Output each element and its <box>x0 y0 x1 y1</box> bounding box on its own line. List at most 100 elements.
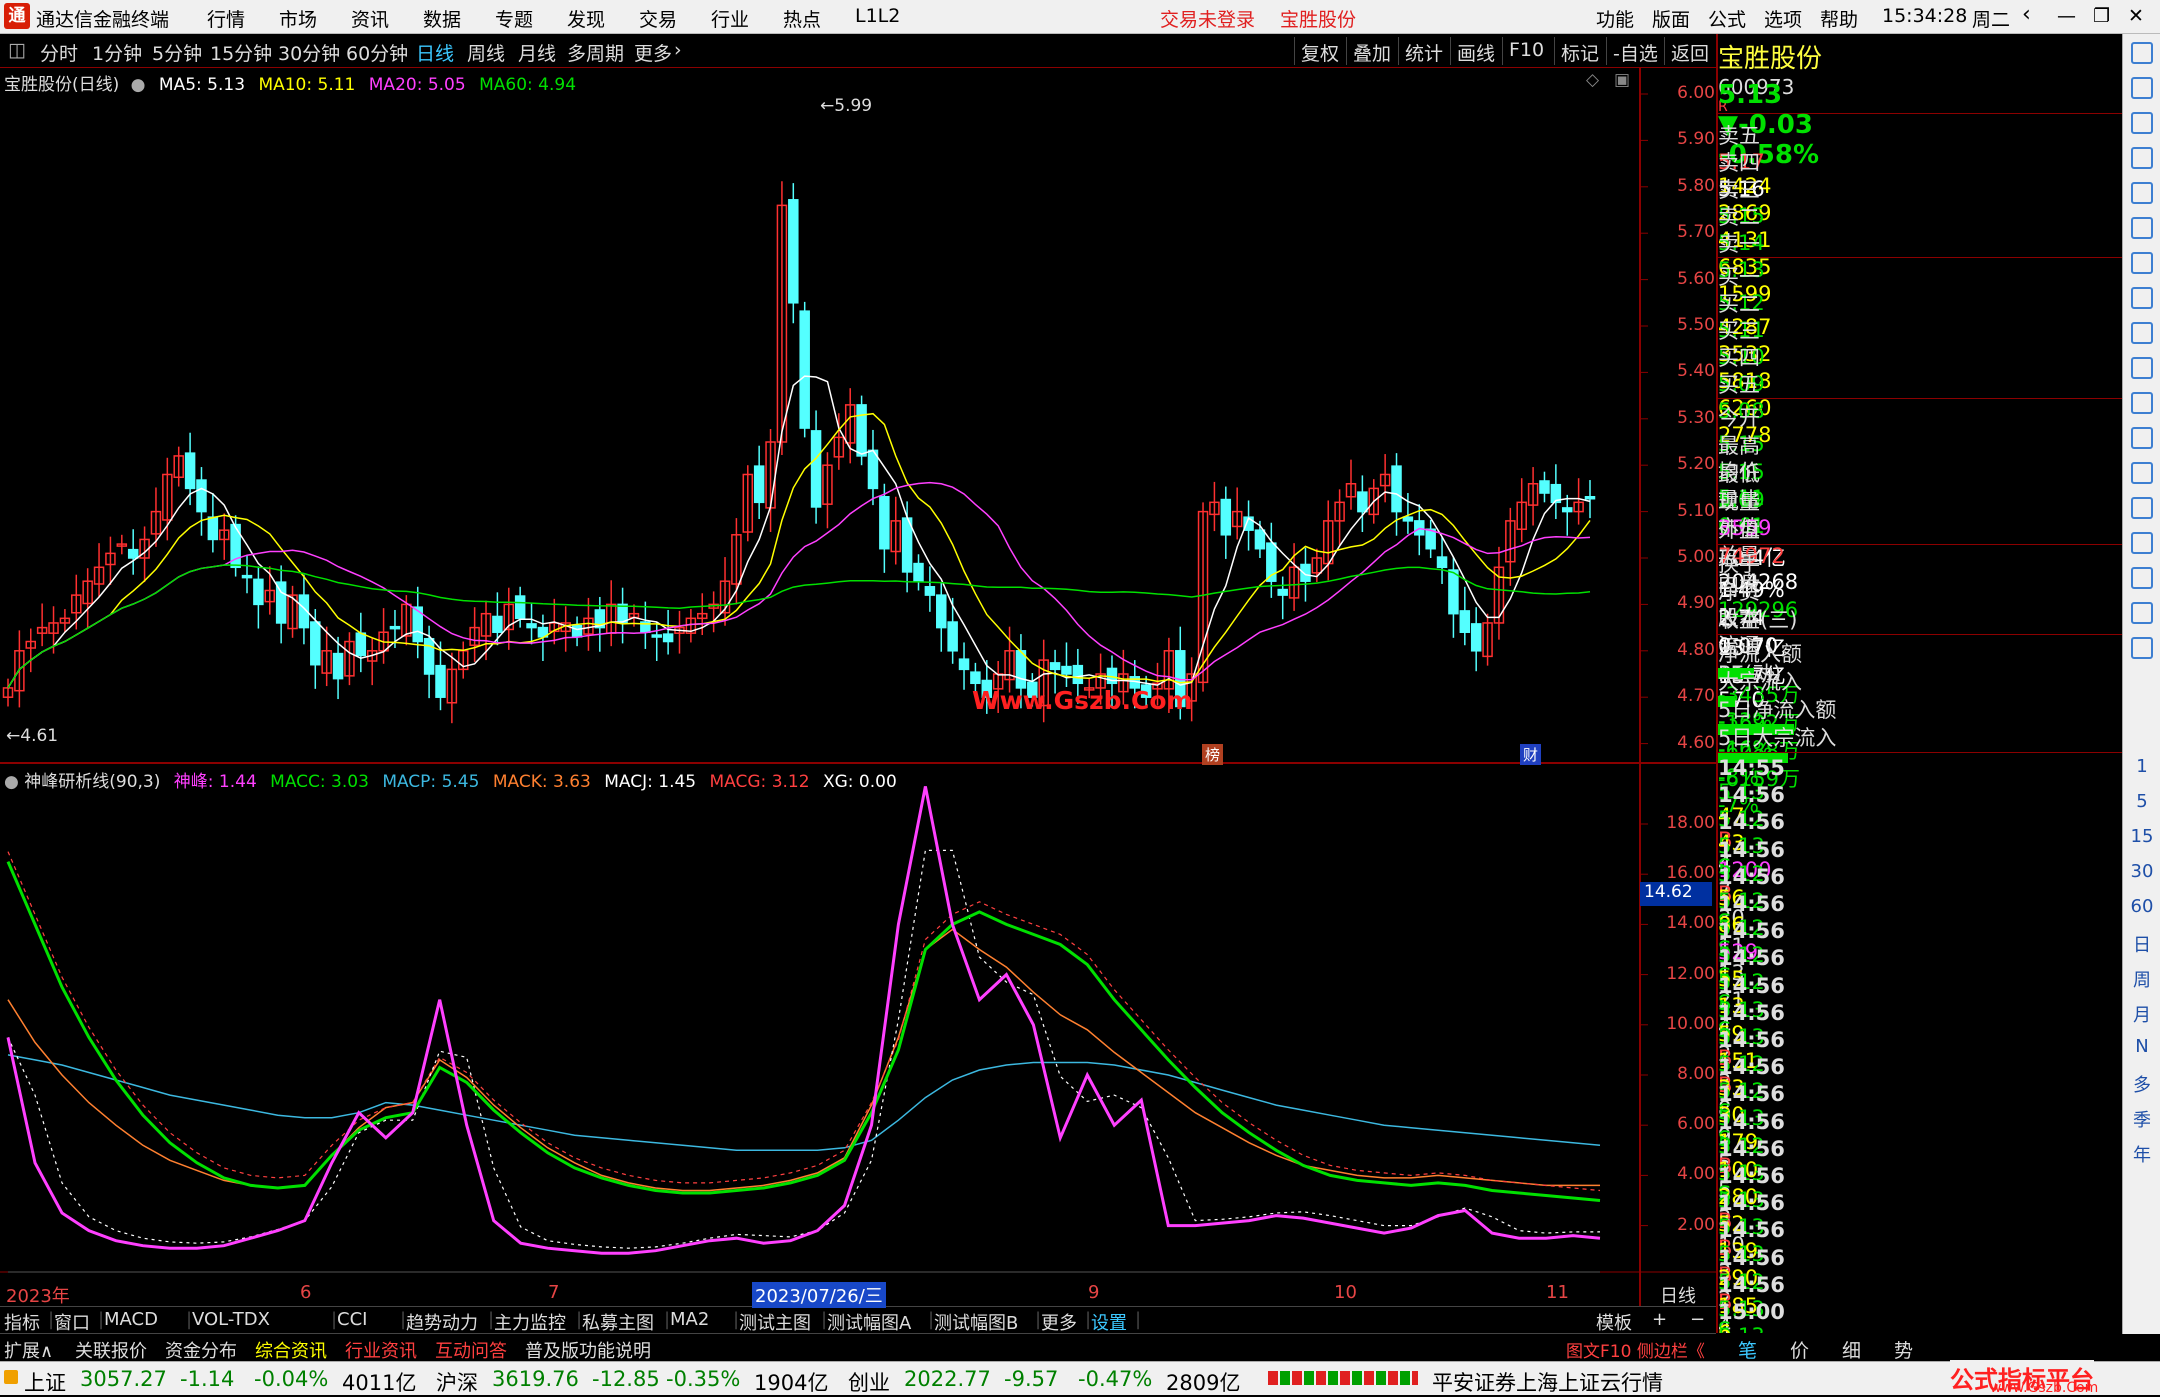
trend-icon[interactable] <box>2131 217 2153 239</box>
close-icon[interactable]: ✕ <box>2128 5 2144 27</box>
cai-badge[interactable]: 财 <box>1520 744 1542 765</box>
menu-hangqing[interactable]: 行情 <box>207 5 245 32</box>
tick-row[interactable]: 14:56 5.12 529 S 21 <box>1718 892 2122 1012</box>
indicator-tab[interactable]: MACD <box>104 1309 158 1330</box>
tick-row[interactable]: 15:005.133559144 <box>1718 1300 2122 1396</box>
tick-row[interactable]: 14:56 5.12 43 S 7 <box>1718 783 2122 903</box>
menu-shuju[interactable]: 数据 <box>423 5 461 32</box>
indicator-tab[interactable]: 趋势动力 <box>406 1309 478 1335</box>
tick-row[interactable]: 14:56 5.12 100 S 3 <box>1718 1110 2122 1230</box>
indicator-tab[interactable]: 更多 <box>1041 1309 1077 1335</box>
move-icon[interactable] <box>2131 567 2153 589</box>
index-name[interactable]: 创业 <box>848 1367 890 1397</box>
quote-tab[interactable]: 势 <box>1894 1336 1913 1363</box>
tick-row[interactable]: 14:56 5.13 151 B 8 <box>1718 1001 2122 1121</box>
menu-xuanxiang[interactable]: 选项 <box>1764 5 1802 32</box>
side-period-60[interactable]: 60 <box>2123 896 2160 917</box>
tool-huaxian[interactable]: 画线 <box>1450 37 1501 65</box>
kline-chart[interactable] <box>0 68 1716 1306</box>
index-name[interactable]: 沪深 <box>436 1367 478 1397</box>
quote-tab[interactable]: 笔 <box>1738 1336 1757 1363</box>
period-60min[interactable]: 60分钟 <box>346 39 408 66</box>
tick-row[interactable]: 14:56 5.12 33 S 9 <box>1718 1028 2122 1148</box>
menu-zhuanti[interactable]: 专题 <box>495 5 533 32</box>
quote-tab[interactable]: 价 <box>1790 1336 1809 1363</box>
indicator-tab[interactable]: 设置 <box>1091 1309 1127 1335</box>
tool-biaoji[interactable]: 标记 <box>1554 37 1605 65</box>
menu-faxian[interactable]: 发现 <box>567 5 605 32</box>
tool-tongji[interactable]: 统计 <box>1398 37 1449 65</box>
f10-sidebar-toggle[interactable]: 图文F10 侧边栏《 <box>1566 1337 1705 1362</box>
bang-badge[interactable]: 榜 <box>1202 744 1224 765</box>
period-more[interactable]: 更多 <box>634 39 672 66</box>
chevron-right-icon[interactable]: › <box>674 39 682 61</box>
side-period-30[interactable]: 30 <box>2123 861 2160 882</box>
tool-diejia[interactable]: 叠加 <box>1346 37 1397 65</box>
side-period-年[interactable]: 年 <box>2123 1141 2160 1167</box>
indicator-tab[interactable]: 指标 <box>4 1309 40 1335</box>
index-name[interactable]: 上证 <box>24 1367 66 1397</box>
tick-row[interactable]: 14:56 5.13 52 B 3 <box>1718 1164 2122 1284</box>
diamond-icon[interactable]: ◇ <box>1586 70 1599 90</box>
tool-zixuan[interactable]: -自选 <box>1606 37 1664 65</box>
indicator-tab[interactable]: 测试主图 <box>739 1309 811 1335</box>
login-status[interactable]: 交易未登录 <box>1160 5 1255 32</box>
indicator-name[interactable]: 神峰研析线(90,3) <box>24 772 160 792</box>
back-arrow-icon[interactable]: ‹ <box>2022 2 2031 27</box>
status-menu-icon[interactable] <box>4 1370 18 1384</box>
side-period-周[interactable]: 周 <box>2123 966 2160 992</box>
side-period-15[interactable]: 15 <box>2123 826 2160 847</box>
indicator-tab[interactable]: 测试幅图B <box>934 1309 1018 1335</box>
fund-icon[interactable] <box>2131 322 2153 344</box>
table-icon[interactable] <box>2131 287 2153 309</box>
side-period-季[interactable]: 季 <box>2123 1106 2160 1132</box>
pin-icon[interactable] <box>2131 42 2153 64</box>
window-icon[interactable]: ▣ <box>1614 70 1630 90</box>
add-pane-button[interactable]: + <box>1652 1309 1667 1330</box>
extension-tab[interactable]: 行业资讯 <box>345 1337 417 1363</box>
tick-row[interactable]: 14:56 5.12 55 S 4 <box>1718 919 2122 1039</box>
tick-row[interactable]: 14:56 5.13 280 B 10 <box>1718 1137 2122 1257</box>
extension-tab[interactable]: 互动问答 <box>435 1337 507 1363</box>
tick-row[interactable]: 14:56 5.12 86 S 13 <box>1718 865 2122 985</box>
target-icon[interactable] <box>2131 462 2153 484</box>
menu-hangye[interactable]: 行业 <box>711 5 749 32</box>
restore-icon[interactable]: ❐ <box>2093 5 2110 27</box>
indicator-tab[interactable]: VOL-TDX <box>192 1309 270 1330</box>
f2-icon[interactable] <box>2131 427 2153 449</box>
extension-tab[interactable]: 关联报价 <box>75 1337 147 1363</box>
side-period-N[interactable]: N <box>2123 1036 2160 1057</box>
pencil-icon[interactable] <box>2131 602 2153 624</box>
globe-icon[interactable] <box>2131 497 2153 519</box>
menu-zixun[interactable]: 资讯 <box>351 5 389 32</box>
template-button[interactable]: 模板 <box>1596 1309 1632 1335</box>
extension-tab[interactable]: 综合资讯 <box>255 1337 327 1363</box>
f5-icon[interactable] <box>2131 637 2153 659</box>
period-30min[interactable]: 30分钟 <box>278 39 340 66</box>
tick-row[interactable]: 14:565.12185S10 <box>1718 1246 2122 1366</box>
menu-gongneng[interactable]: 功能 <box>1596 5 1634 32</box>
tool-f10[interactable]: F10 <box>1502 37 1550 65</box>
menu-l1l2[interactable]: L1L2 <box>855 5 900 27</box>
side-period-多[interactable]: 多 <box>2123 1071 2160 1097</box>
indicator-tab[interactable]: 窗口 <box>54 1309 90 1335</box>
period-5min[interactable]: 5分钟 <box>152 39 202 66</box>
grid-icon[interactable] <box>2131 182 2153 204</box>
indicator-tab[interactable]: 主力监控 <box>494 1309 566 1335</box>
f10-icon[interactable] <box>2131 392 2153 414</box>
tick-row[interactable]: 14:56 5.13 290 B 4 <box>1718 1218 2122 1338</box>
settings-dot-icon[interactable]: ● <box>4 772 19 792</box>
tool-fanhui[interactable]: 返回 <box>1664 37 1715 65</box>
menu-gongshi[interactable]: 公式 <box>1708 5 1746 32</box>
doc-icon[interactable] <box>2131 357 2153 379</box>
side-period-1[interactable]: 1 <box>2123 756 2160 777</box>
list-icon[interactable] <box>2131 147 2153 169</box>
indicator-tab[interactable]: 测试幅图A <box>827 1309 911 1335</box>
menu-redian[interactable]: 热点 <box>783 5 821 32</box>
extension-tab[interactable]: 普及版功能说明 <box>525 1337 651 1363</box>
tool-fuquan[interactable]: 复权 <box>1294 37 1345 65</box>
tick-row[interactable]: 14:55 5.13 47 B 4 <box>1718 756 2122 876</box>
side-period-日[interactable]: 日 <box>2123 931 2160 957</box>
settings-dot-icon[interactable]: ● <box>131 75 146 95</box>
menu-jiaoyi[interactable]: 交易 <box>639 5 677 32</box>
